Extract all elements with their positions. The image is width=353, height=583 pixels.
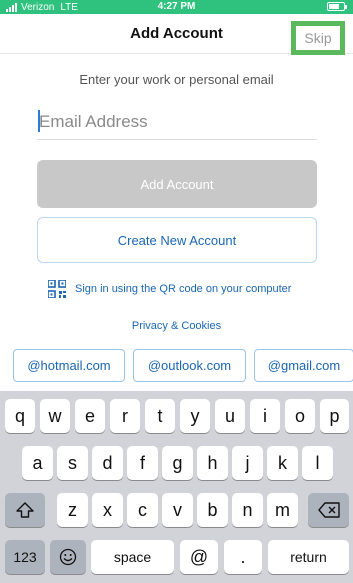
- key-k[interactable]: k: [267, 446, 298, 480]
- qr-code-icon: [48, 280, 66, 298]
- key-y[interactable]: y: [180, 399, 210, 433]
- key-z[interactable]: z: [57, 493, 88, 527]
- key-o[interactable]: o: [285, 399, 315, 433]
- qr-signin-link[interactable]: Sign in using the QR code on your comput…: [48, 280, 291, 298]
- instruction-text: Enter your work or personal email: [79, 72, 274, 87]
- key-j[interactable]: j: [232, 446, 263, 480]
- key-g[interactable]: g: [162, 446, 193, 480]
- keyboard: q w e r t y u i o p a s d f g h j k l z …: [0, 391, 353, 583]
- status-bar: Verizon LTE 4:27 PM: [0, 0, 353, 14]
- key-q[interactable]: q: [5, 399, 35, 433]
- return-key[interactable]: return: [268, 540, 349, 574]
- key-b[interactable]: b: [197, 493, 228, 527]
- suggestion-gmail[interactable]: @gmail.com: [254, 349, 353, 382]
- at-key[interactable]: @: [180, 540, 218, 574]
- battery-icon: [327, 2, 347, 11]
- dot-key[interactable]: .: [224, 540, 262, 574]
- privacy-cookies-link[interactable]: Privacy & Cookies: [0, 320, 353, 332]
- status-time: 4:27 PM: [157, 1, 196, 12]
- key-n[interactable]: n: [232, 493, 263, 527]
- key-m[interactable]: m: [267, 493, 298, 527]
- key-i[interactable]: i: [250, 399, 280, 433]
- key-w[interactable]: w: [40, 399, 70, 433]
- key-p[interactable]: p: [320, 399, 349, 433]
- space-key[interactable]: space: [91, 540, 174, 574]
- numbers-key[interactable]: 123: [5, 540, 45, 574]
- key-a[interactable]: a: [22, 446, 53, 480]
- create-account-button[interactable]: Create New Account: [37, 217, 317, 263]
- key-d[interactable]: d: [92, 446, 123, 480]
- suggestion-outlook[interactable]: @outlook.com: [133, 349, 246, 382]
- key-r[interactable]: r: [110, 399, 140, 433]
- shift-icon: [16, 502, 34, 518]
- suggestion-hotmail[interactable]: @hotmail.com: [13, 349, 125, 382]
- key-l[interactable]: l: [302, 446, 333, 480]
- key-s[interactable]: s: [57, 446, 88, 480]
- key-v[interactable]: v: [162, 493, 193, 527]
- key-t[interactable]: t: [145, 399, 175, 433]
- key-h[interactable]: h: [197, 446, 228, 480]
- key-f[interactable]: f: [127, 446, 158, 480]
- key-c[interactable]: c: [127, 493, 158, 527]
- shift-key[interactable]: [5, 493, 45, 527]
- key-u[interactable]: u: [215, 399, 245, 433]
- add-account-button[interactable]: Add Account: [37, 160, 317, 208]
- key-x[interactable]: x: [92, 493, 123, 527]
- delete-icon: [317, 502, 340, 518]
- emoji-icon: [59, 548, 77, 566]
- key-e[interactable]: e: [75, 399, 105, 433]
- battery-indicator: [327, 2, 347, 11]
- domain-suggestions: @hotmail.com @outlook.com @gmail.com: [13, 349, 353, 382]
- header: Add Account Skip: [0, 14, 353, 55]
- delete-key[interactable]: [308, 493, 349, 527]
- skip-button[interactable]: Skip: [291, 21, 345, 55]
- qr-signin-label: Sign in using the QR code on your comput…: [75, 283, 292, 295]
- emoji-key[interactable]: [50, 540, 86, 574]
- email-field[interactable]: [37, 104, 317, 140]
